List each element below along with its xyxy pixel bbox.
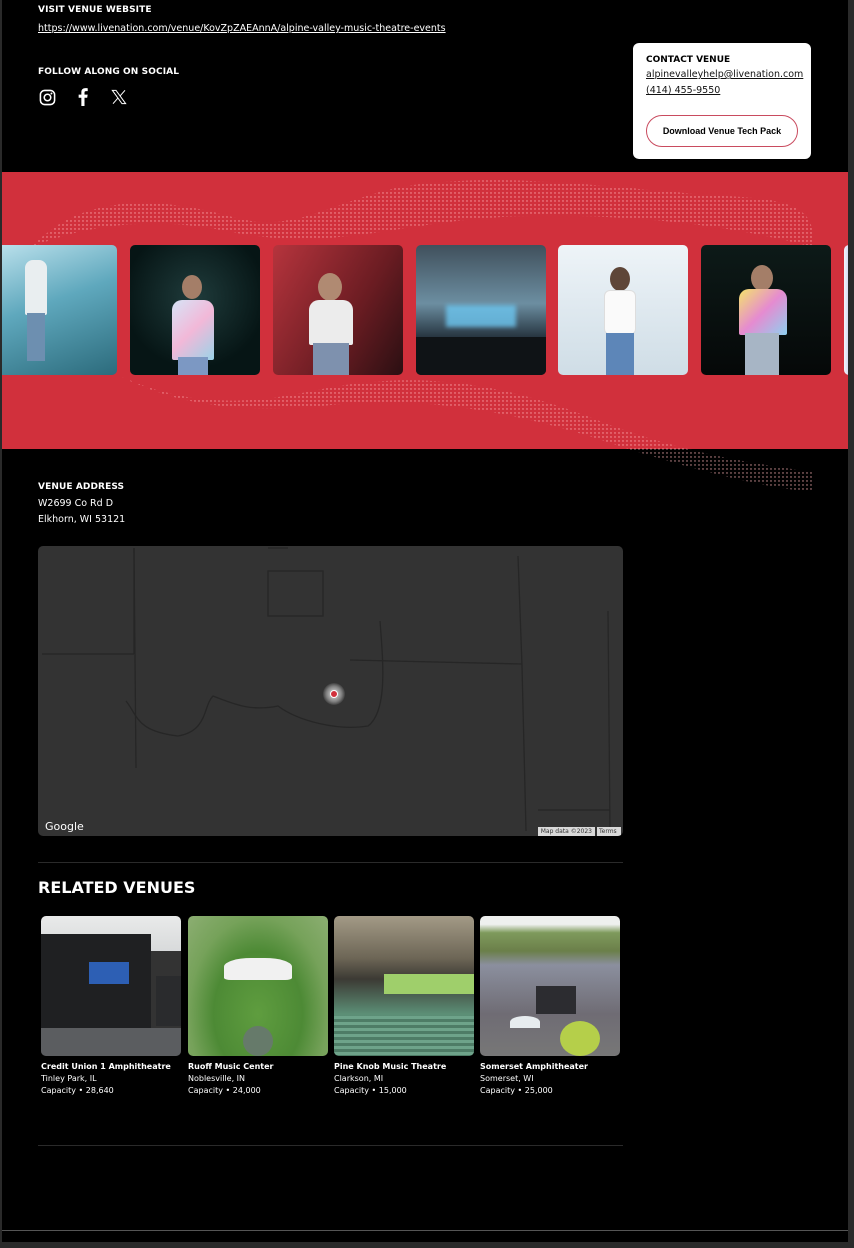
gallery-photo[interactable] [130,245,260,375]
venue-image[interactable] [334,916,474,1056]
venue-card[interactable]: Pine Knob Music Theatre Clarkson, MI Cap… [334,916,475,1095]
venue-name[interactable]: Credit Union 1 Amphitheatre [41,1062,182,1071]
map-terms-link[interactable]: Terms [597,827,621,836]
contact-title: CONTACT VENUE [646,55,731,65]
venue-location: Noblesville, IN [188,1074,246,1083]
venue-image[interactable] [41,916,181,1056]
venue-location: Tinley Park, IL [41,1074,97,1083]
venue-map[interactable]: Google Map data ©2023 Terms [38,546,623,836]
related-venues-title: RELATED VENUES [38,878,196,897]
venue-card[interactable]: Credit Union 1 Amphitheatre Tinley Park,… [41,916,182,1095]
contact-email-link[interactable]: alpinevalleyhelp@livenation.com [646,69,803,80]
gallery-photo[interactable] [2,245,117,375]
photo-gallery-band [2,172,848,492]
venue-capacity: Capacity • 25,000 [480,1086,553,1095]
venue-website-link[interactable]: https://www.livenation.com/venue/KovZpZA… [38,23,446,34]
website-label: VISIT VENUE WEBSITE [38,5,152,15]
map-attribution: Map data ©2023 [537,827,595,836]
instagram-icon[interactable] [38,88,56,106]
venue-capacity: Capacity • 28,640 [41,1086,114,1095]
venue-name[interactable]: Somerset Amphitheater [480,1062,621,1071]
venue-name[interactable]: Ruoff Music Center [188,1062,329,1071]
venue-page: VISIT VENUE WEBSITE https://www.livenati… [2,0,848,1242]
social-label: FOLLOW ALONG ON SOCIAL [38,67,180,77]
map-pin-icon[interactable] [330,690,338,698]
gallery-photo[interactable] [273,245,403,375]
section-divider [38,862,623,863]
footer-divider [2,1230,848,1231]
facebook-icon[interactable] [74,88,92,106]
venue-image[interactable] [188,916,328,1056]
venue-location: Somerset, WI [480,1074,534,1083]
venue-card[interactable]: Somerset Amphitheater Somerset, WI Capac… [480,916,621,1095]
venue-image[interactable] [480,916,620,1056]
x-icon[interactable] [110,88,128,106]
venue-location: Clarkson, MI [334,1074,384,1083]
contact-venue-card: CONTACT VENUE alpinevalleyhelp@livenatio… [633,43,811,159]
address-label: VENUE ADDRESS [38,482,125,492]
contact-phone-link[interactable]: (414) 455-9550 [646,85,720,96]
gallery-photo[interactable] [558,245,688,375]
venue-name[interactable]: Pine Knob Music Theatre [334,1062,475,1071]
section-divider [38,1145,623,1146]
venue-card[interactable]: Ruoff Music Center Noblesville, IN Capac… [188,916,329,1095]
gallery-photo[interactable] [844,245,848,375]
gallery-photo[interactable] [416,245,546,375]
address-line2: Elkhorn, WI 53121 [38,514,126,525]
google-logo: Google [45,820,84,833]
social-links [38,88,128,106]
venue-capacity: Capacity • 15,000 [334,1086,407,1095]
gallery-photo[interactable] [701,245,831,375]
download-tech-pack-button[interactable]: Download Venue Tech Pack [646,115,798,147]
address-line1: W2699 Co Rd D [38,498,114,509]
venue-capacity: Capacity • 24,000 [188,1086,261,1095]
